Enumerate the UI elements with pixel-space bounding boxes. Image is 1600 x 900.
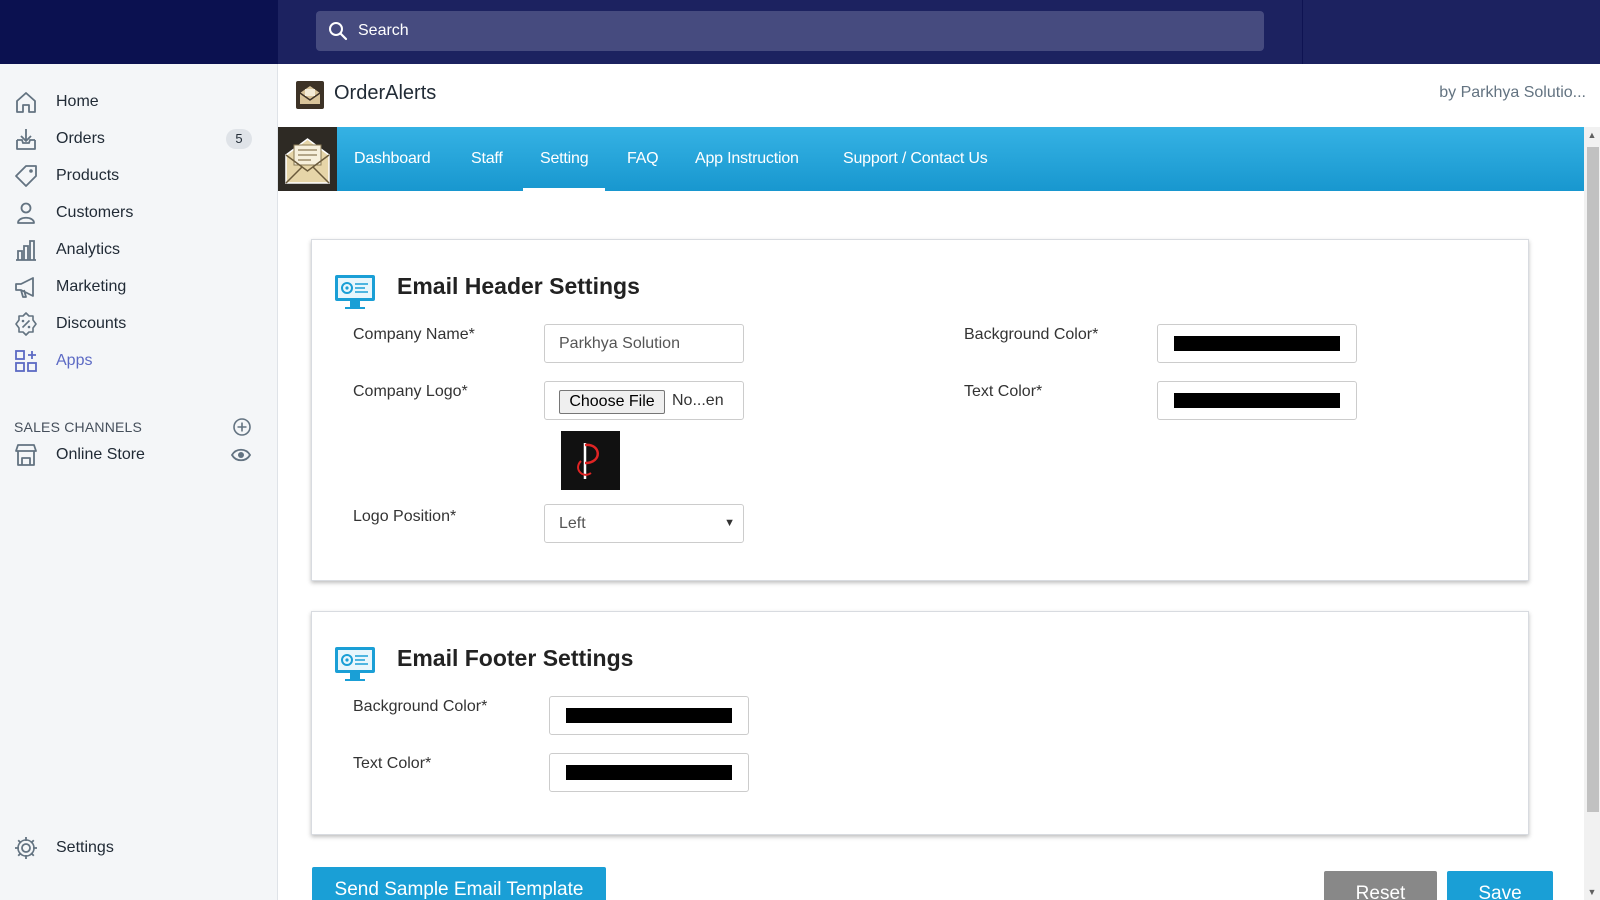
envelope-logo-icon — [278, 127, 337, 191]
top-bar-store-area — [0, 0, 278, 64]
tab-support-contact[interactable]: Support / Contact Us — [843, 127, 988, 191]
header-text-color-picker[interactable] — [1157, 381, 1357, 420]
monitor-settings-icon — [335, 275, 375, 309]
logo-position-label: Logo Position* — [353, 508, 457, 525]
sidebar-item-label: Settings — [56, 839, 114, 856]
company-name-input[interactable]: Parkhya Solution — [544, 324, 744, 363]
store-icon — [15, 444, 37, 466]
sidebar-item-label: Online Store — [56, 446, 145, 463]
email-header-settings-card: Email Header Settings Company Name* Park… — [311, 239, 1529, 581]
sales-channels-title: SALES CHANNELS — [14, 419, 143, 435]
sidebar-item-marketing[interactable]: Marketing — [0, 269, 278, 305]
footer-bg-color-label: Background Color* — [353, 698, 488, 715]
app-header: OrderAlerts by Parkhya Solutio... — [278, 64, 1600, 127]
tab-dashboard[interactable]: Dashboard — [354, 127, 431, 191]
home-icon — [16, 92, 36, 113]
sidebar-item-analytics[interactable]: Analytics — [0, 232, 278, 268]
sidebar-item-discounts[interactable]: Discounts — [0, 306, 278, 342]
monitor-settings-icon — [335, 647, 375, 681]
tab-staff[interactable]: Staff — [471, 127, 503, 191]
sidebar-item-settings[interactable]: Settings — [0, 830, 278, 866]
logo-position-value: Left — [559, 515, 586, 532]
app-tab-bar: Dashboard Staff Setting FAQ App Instruct… — [278, 127, 1584, 191]
megaphone-icon — [15, 277, 34, 298]
scroll-thumb[interactable] — [1587, 147, 1599, 812]
orders-count-badge: 5 — [226, 129, 252, 149]
header-text-color-label: Text Color* — [964, 383, 1043, 400]
content-scrollbar[interactable]: ▲ ▼ — [1584, 127, 1600, 900]
email-footer-settings-title: Email Footer Settings — [397, 645, 634, 671]
header-bg-color-swatch — [1174, 336, 1340, 351]
sidebar-item-customers[interactable]: Customers — [0, 195, 278, 231]
footer-text-color-swatch — [566, 765, 732, 780]
email-header-settings-title: Email Header Settings — [397, 273, 640, 299]
app-logo-icon — [296, 81, 324, 109]
add-channel-icon[interactable] — [232, 417, 252, 437]
footer-bg-color-swatch — [566, 708, 732, 723]
discount-icon — [15, 312, 37, 336]
settings-content: Email Header Settings Company Name* Park… — [278, 191, 1584, 900]
search-input[interactable]: Search — [316, 11, 1264, 51]
tab-app-instruction[interactable]: App Instruction — [695, 127, 799, 191]
sidebar-item-label: Discounts — [56, 315, 127, 332]
sidebar-item-label: Apps — [56, 352, 93, 369]
tag-icon — [15, 165, 37, 187]
eye-icon[interactable] — [230, 444, 252, 466]
search-placeholder: Search — [358, 22, 409, 39]
reset-button[interactable]: Reset — [1324, 871, 1437, 900]
sidebar-item-label: Products — [56, 167, 120, 184]
header-bg-color-label: Background Color* — [964, 326, 1099, 343]
email-footer-settings-card: Email Footer Settings Background Color* … — [311, 611, 1529, 835]
sidebar-item-orders[interactable]: Orders 5 — [0, 121, 278, 157]
sidebar-item-home[interactable]: Home — [0, 84, 278, 120]
sidebar-item-products[interactable]: Products — [0, 158, 278, 194]
scroll-up-icon[interactable]: ▲ — [1587, 130, 1597, 140]
chevron-down-icon: ▼ — [724, 517, 735, 529]
header-bg-color-picker[interactable] — [1157, 324, 1357, 363]
sidebar-item-apps[interactable]: Apps — [0, 343, 278, 379]
gear-icon — [15, 837, 37, 859]
sidebar-item-label: Marketing — [56, 278, 127, 295]
file-status-text: No...en — [672, 392, 724, 409]
company-logo-preview — [561, 431, 620, 490]
top-bar: Search — [0, 0, 1600, 64]
orders-icon — [16, 129, 36, 150]
search-icon — [329, 22, 348, 41]
sidebar-item-online-store[interactable]: Online Store — [0, 437, 278, 473]
app-developer[interactable]: by Parkhya Solutio... — [1439, 84, 1586, 102]
sidebar-item-label: Home — [56, 93, 99, 110]
choose-file-button[interactable]: Choose File — [559, 390, 665, 414]
app-name: OrderAlerts — [334, 82, 437, 104]
sidebar-item-label: Orders — [56, 130, 105, 147]
save-button[interactable]: Save — [1447, 871, 1553, 900]
footer-text-color-label: Text Color* — [353, 755, 432, 772]
logo-position-select[interactable]: Left ▼ — [544, 504, 744, 543]
top-bar-account-area[interactable] — [1302, 0, 1600, 64]
sidebar: Home Orders 5 Products Customers Analyti… — [0, 64, 278, 900]
footer-text-color-picker[interactable] — [549, 753, 749, 792]
footer-bg-color-picker[interactable] — [549, 696, 749, 735]
apps-icon — [15, 350, 37, 372]
company-logo-label: Company Logo* — [353, 383, 468, 400]
bar-chart-icon — [16, 240, 36, 261]
sidebar-item-label: Analytics — [56, 241, 121, 258]
header-text-color-swatch — [1174, 393, 1340, 408]
person-icon — [17, 202, 35, 224]
tab-setting[interactable]: Setting — [522, 127, 606, 191]
send-sample-email-button[interactable]: Send Sample Email Template — [312, 867, 606, 900]
company-logo-file-input[interactable]: Choose File No...en — [544, 381, 744, 420]
scroll-down-icon[interactable]: ▼ — [1587, 887, 1597, 897]
company-name-label: Company Name* — [353, 326, 475, 343]
tab-faq[interactable]: FAQ — [627, 127, 659, 191]
sidebar-item-label: Customers — [56, 204, 134, 221]
